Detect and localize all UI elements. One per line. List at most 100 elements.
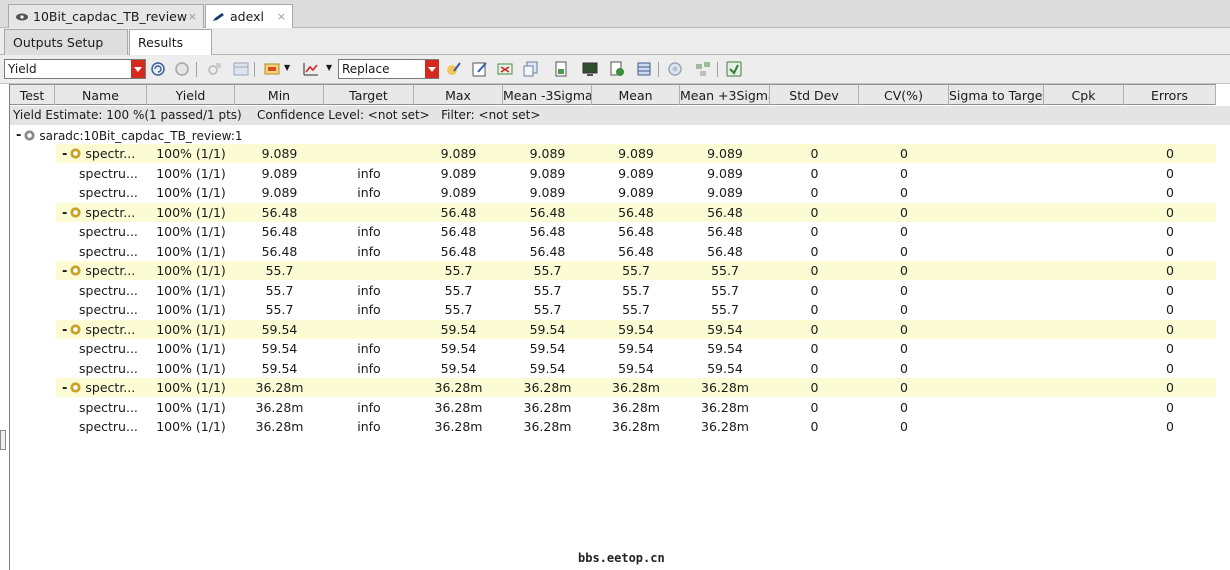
column-header-sigma-to-target[interactable]: Sigma to Target xyxy=(949,85,1044,105)
refresh-icon[interactable] xyxy=(150,61,166,77)
chevron-down-icon[interactable] xyxy=(131,60,145,78)
chevron-down-icon[interactable]: ▼ xyxy=(284,63,290,72)
chevron-down-icon[interactable] xyxy=(425,60,439,78)
cell-mean: 56.48 xyxy=(618,204,654,220)
column-header-name[interactable]: Name xyxy=(55,85,147,105)
cell-min: 9.089 xyxy=(261,146,298,161)
gear-icon xyxy=(70,382,82,393)
column-header-cpk[interactable]: Cpk xyxy=(1044,85,1124,105)
column-header-mean-minus-3sigma[interactable]: Mean -3Sigma xyxy=(503,85,592,105)
cell-mean: 59.54 xyxy=(618,341,654,356)
gear-icon xyxy=(70,323,82,335)
collapse-icon[interactable]: - xyxy=(62,264,67,279)
spreadsheet-icon[interactable] xyxy=(726,61,742,77)
plot-settings-icon[interactable] xyxy=(207,61,223,77)
cell-cv: 0 xyxy=(900,185,908,200)
cell-std: 0 xyxy=(810,165,819,181)
close-icon[interactable]: × xyxy=(277,10,286,23)
gear-icon xyxy=(70,206,82,218)
test-root-node[interactable]: - saradc:10Bit_capdac_TB_review:1 xyxy=(10,125,243,144)
cell-target: info xyxy=(357,341,381,356)
print-icon[interactable] xyxy=(553,61,569,77)
cell-cv: 0 xyxy=(900,341,908,356)
cell-cv: 0 xyxy=(900,224,908,239)
tab-outputs-setup[interactable]: Outputs Setup xyxy=(4,29,128,55)
group-row[interactable]: - spectr... 100% (1/1) 56.48 56.48 56.48 56.48… xyxy=(56,202,1216,222)
stop-icon[interactable] xyxy=(174,61,190,77)
column-header-target[interactable]: Target xyxy=(324,85,414,105)
group-row[interactable]: - spectr... 100% (1/1) 36.28m 36.28m 36.28m 36… xyxy=(56,378,1216,397)
export-icon[interactable] xyxy=(523,61,539,77)
group-row[interactable]: - spectr... 100% (1/1) 55.7 55.7 55.7 55.7 55.7… xyxy=(56,261,1216,280)
table-row[interactable]: spectru... 100% (1/1) 59.54 info 59.54 59.54 5… xyxy=(10,359,1216,378)
panel-resize-handle[interactable] xyxy=(0,430,6,450)
cell-std: 0 xyxy=(810,399,819,415)
cell-errors: 0 xyxy=(1166,146,1174,161)
cell-name: - spectr... xyxy=(62,205,135,221)
cell-mean: 36.28m xyxy=(612,380,660,395)
reload-icon[interactable] xyxy=(609,61,625,77)
table-row[interactable]: spectru... 100% (1/1) 59.54 info 59.54 59.54 5… xyxy=(10,339,1216,358)
column-header-mean-plus-3sigma[interactable]: Mean +3Sigma xyxy=(680,85,770,105)
edit-target-icon[interactable] xyxy=(445,61,461,77)
tab-10bit-capdac-tb-review[interactable]: 10Bit_capdac_TB_review × xyxy=(8,4,204,28)
tab-results[interactable]: Results xyxy=(129,29,212,55)
table-row[interactable]: spectru... 100% (1/1) 36.28m info 36.28m 36.2… xyxy=(10,398,1216,417)
collapse-icon[interactable]: - xyxy=(16,128,21,143)
collapse-icon[interactable]: - xyxy=(62,381,67,396)
group-row[interactable]: - spectr... 100% (1/1) 9.089 9.089 9.089 9.089… xyxy=(56,144,1216,163)
output-name: spectru... xyxy=(79,282,138,298)
cell-p3: 56.48 xyxy=(707,243,743,259)
cell-mean: 36.28m xyxy=(612,419,660,434)
cell-std: 0 xyxy=(810,243,819,259)
table-icon[interactable] xyxy=(233,61,249,77)
cell-name: - spectr... xyxy=(62,146,135,162)
collapse-icon[interactable]: - xyxy=(62,147,67,162)
monitor-icon[interactable] xyxy=(582,61,598,77)
group-row[interactable]: - spectr... 100% (1/1) 59.54 59.54 59.54 59.54… xyxy=(56,319,1216,339)
cell-cv: 0 xyxy=(900,360,908,376)
column-header-mean[interactable]: Mean xyxy=(592,85,680,105)
column-header-std-dev[interactable]: Std Dev xyxy=(770,85,859,105)
annotate-icon[interactable] xyxy=(264,61,280,77)
cell-std: 0 xyxy=(810,341,819,356)
chevron-down-icon[interactable]: ▼ xyxy=(326,63,332,72)
column-header-yield[interactable]: Yield xyxy=(147,85,235,105)
collapse-icon[interactable]: - xyxy=(62,323,67,338)
cell-min: 59.54 xyxy=(261,321,298,337)
database-icon[interactable] xyxy=(636,61,652,77)
cell-cv: 0 xyxy=(900,321,908,337)
table-row[interactable]: spectru... 100% (1/1) 36.28m info 36.28m 36.2… xyxy=(10,417,1216,436)
table-row[interactable]: spectru... 100% (1/1) 9.089 info 9.089 9.089 9… xyxy=(10,164,1216,183)
cell-mean: 56.48 xyxy=(618,224,654,239)
table-row[interactable]: spectru... 100% (1/1) 56.48 info 56.48 56.48 5… xyxy=(10,242,1216,261)
network-icon[interactable] xyxy=(695,61,711,77)
close-icon[interactable]: × xyxy=(188,10,197,23)
cell-cv: 0 xyxy=(900,399,908,415)
edit-spec-icon[interactable] xyxy=(472,61,488,77)
collapse-icon[interactable]: - xyxy=(62,206,67,221)
cell-cv: 0 xyxy=(900,419,908,434)
cell-max: 59.54 xyxy=(440,341,477,356)
table-row[interactable]: spectru... 100% (1/1) 9.089 info 9.089 9.089 9… xyxy=(10,183,1216,202)
results-view-select[interactable]: Yield xyxy=(4,59,146,79)
column-header-test[interactable]: Test xyxy=(10,85,55,105)
plot-icon[interactable] xyxy=(303,61,319,77)
table-row[interactable]: spectru... 100% (1/1) 55.7 info 55.7 55.7 55.7… xyxy=(10,281,1216,300)
stop-circle-icon[interactable] xyxy=(667,61,683,77)
column-header-cv[interactable]: CV(%) xyxy=(859,85,949,105)
output-name: spectru... xyxy=(79,224,138,239)
tab-adexl[interactable]: adexl × xyxy=(205,4,293,28)
column-header-errors[interactable]: Errors xyxy=(1124,85,1216,105)
table-row[interactable]: spectru... 100% (1/1) 55.7 info 55.7 55.7 55.7… xyxy=(10,300,1216,319)
table-row[interactable]: spectru... 100% (1/1) 56.48 info 56.48 56.48 5… xyxy=(10,222,1216,241)
column-header-max[interactable]: Max xyxy=(414,85,503,105)
cell-max: 9.089 xyxy=(440,146,477,161)
column-header-min[interactable]: Min xyxy=(235,85,324,105)
cell-target: info xyxy=(357,165,381,181)
cell-p3: 36.28m xyxy=(701,380,749,395)
output-name: spectru... xyxy=(79,341,138,356)
compare-icon[interactable] xyxy=(497,61,513,77)
plot-mode-select[interactable]: Replace xyxy=(338,59,439,79)
cell-min: 36.28m xyxy=(255,399,304,415)
